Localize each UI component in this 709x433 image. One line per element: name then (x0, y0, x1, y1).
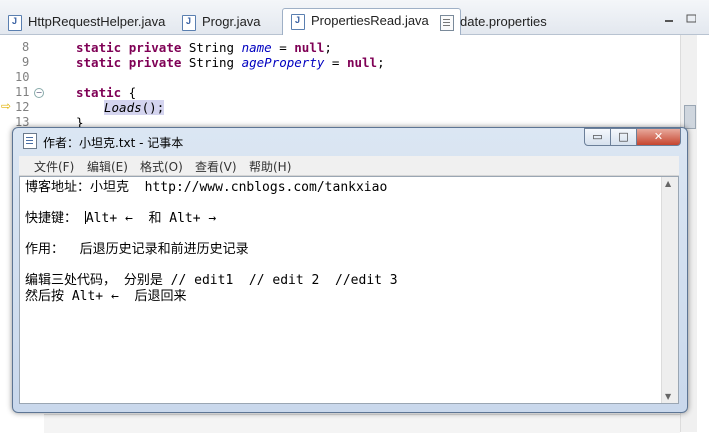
scroll-up-icon[interactable]: ▲ (665, 179, 671, 188)
text-line: 编辑三处代码， 分别是 // edit1 // edit 2 //edit 3 (25, 273, 398, 288)
menu-edit[interactable]: 编辑(E) (87, 158, 128, 175)
text-line: 作用： 后退历史记录和前进历史记录 (25, 242, 249, 257)
tab-label: PropertiesRead.java (311, 13, 429, 28)
fold-icon[interactable]: − (34, 88, 44, 98)
line-number: 11 (15, 85, 30, 99)
code-line: static private String ageProperty = null… (76, 55, 385, 70)
editor-tab-bar: HttpRequestHelper.java Progr.java Proper… (0, 0, 709, 35)
window-title: 作者：小坦克.txt - 记事本 (43, 136, 184, 150)
code-line: static private String name = null; (76, 40, 332, 55)
line-number: 8 (22, 40, 30, 54)
code-line: Loads(); (104, 100, 165, 115)
java-file-icon (8, 15, 22, 31)
instruction-pointer-icon: ⇨ (1, 99, 12, 113)
notepad-app-icon (23, 133, 37, 149)
minimize-view-icon[interactable] (664, 14, 674, 24)
notepad-menu-bar: 文件(F) 编辑(E) 格式(O) 查看(V) 帮助(H) (19, 156, 679, 176)
menu-view[interactable]: 查看(V) (195, 158, 237, 175)
code-line: static { (76, 85, 137, 100)
java-file-icon (182, 15, 196, 31)
java-file-icon (291, 14, 305, 30)
window-controls: ▭ □ ✕ (584, 128, 681, 147)
tab-date-properties[interactable]: date.properties (432, 10, 555, 34)
maximize-button[interactable]: □ (610, 128, 637, 146)
notepad-vertical-scrollbar[interactable]: ▲ ▼ (661, 177, 678, 403)
minimize-button[interactable]: ▭ (584, 128, 611, 146)
text-line: 博客地址：小坦克 http://www.cnblogs.com/tankxiao (25, 180, 388, 195)
line-number: 9 (22, 55, 30, 69)
scrollbar-thumb[interactable] (684, 105, 696, 129)
menu-format[interactable]: 格式(O) (140, 158, 183, 175)
tab-http-request-helper[interactable]: HttpRequestHelper.java (0, 10, 173, 34)
minimize-icon: ▭ (592, 130, 603, 143)
tab-label: HttpRequestHelper.java (28, 14, 166, 29)
notepad-window: 作者：小坦克.txt - 记事本 ▭ □ ✕ 文件(F) 编辑(E) 格式(O)… (12, 127, 688, 413)
line-number: 12 (15, 100, 30, 114)
scroll-down-icon[interactable]: ▼ (665, 392, 671, 401)
menu-file[interactable]: 文件(F) (34, 158, 74, 175)
tab-label: date.properties (460, 14, 547, 29)
menu-help[interactable]: 帮助(H) (249, 158, 291, 175)
close-icon: ✕ (653, 130, 664, 143)
text-line: 然后按 Alt+ ← 后退回来 (25, 288, 187, 304)
tab-label: Progr.java (202, 14, 261, 29)
close-button[interactable]: ✕ (636, 128, 681, 146)
line-number: 10 (15, 70, 30, 84)
maximize-view-icon[interactable] (686, 14, 696, 24)
notepad-text-area[interactable]: 博客地址：小坦克 http://www.cnblogs.com/tankxiao… (19, 176, 679, 404)
maximize-icon: □ (618, 130, 629, 143)
properties-file-icon (440, 15, 454, 31)
notepad-title-bar[interactable]: 作者：小坦克.txt - 记事本 (23, 133, 184, 151)
tab-progr[interactable]: Progr.java (174, 10, 269, 34)
text-line: Alt+ ← 和 Alt+ → (85, 211, 217, 226)
text-line: 快捷键： (25, 211, 78, 226)
editor-horizontal-scrollbar[interactable] (44, 414, 680, 433)
document-text: 博客地址：小坦克 http://www.cnblogs.com/tankxiao… (25, 180, 398, 304)
